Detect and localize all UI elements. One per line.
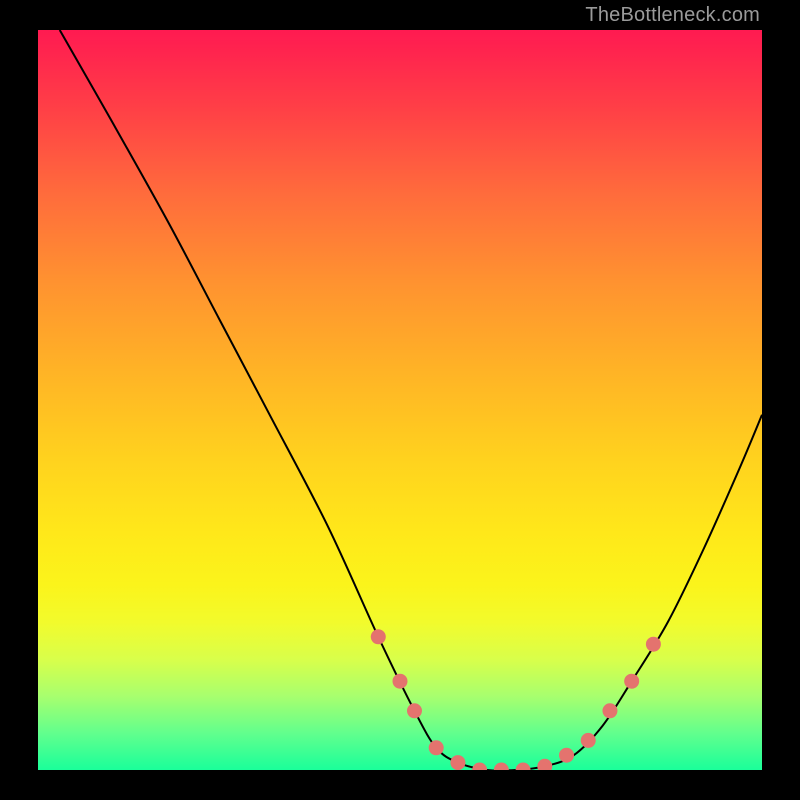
chart-frame: TheBottleneck.com: [0, 0, 800, 800]
marker-point: [559, 748, 574, 763]
highlight-markers: [371, 629, 661, 770]
marker-point: [581, 733, 596, 748]
marker-point: [516, 763, 531, 771]
marker-point: [494, 763, 509, 771]
marker-point: [537, 759, 552, 770]
marker-point: [646, 637, 661, 652]
marker-point: [624, 674, 639, 689]
marker-point: [407, 703, 422, 718]
bottleneck-curve: [60, 30, 762, 770]
watermark-text: TheBottleneck.com: [585, 4, 760, 27]
marker-point: [371, 629, 386, 644]
marker-point: [602, 703, 617, 718]
plot-area: [38, 30, 762, 770]
marker-point: [393, 674, 408, 689]
marker-point: [429, 740, 444, 755]
marker-point: [450, 755, 465, 770]
marker-point: [472, 763, 487, 771]
chart-svg: [38, 30, 762, 770]
